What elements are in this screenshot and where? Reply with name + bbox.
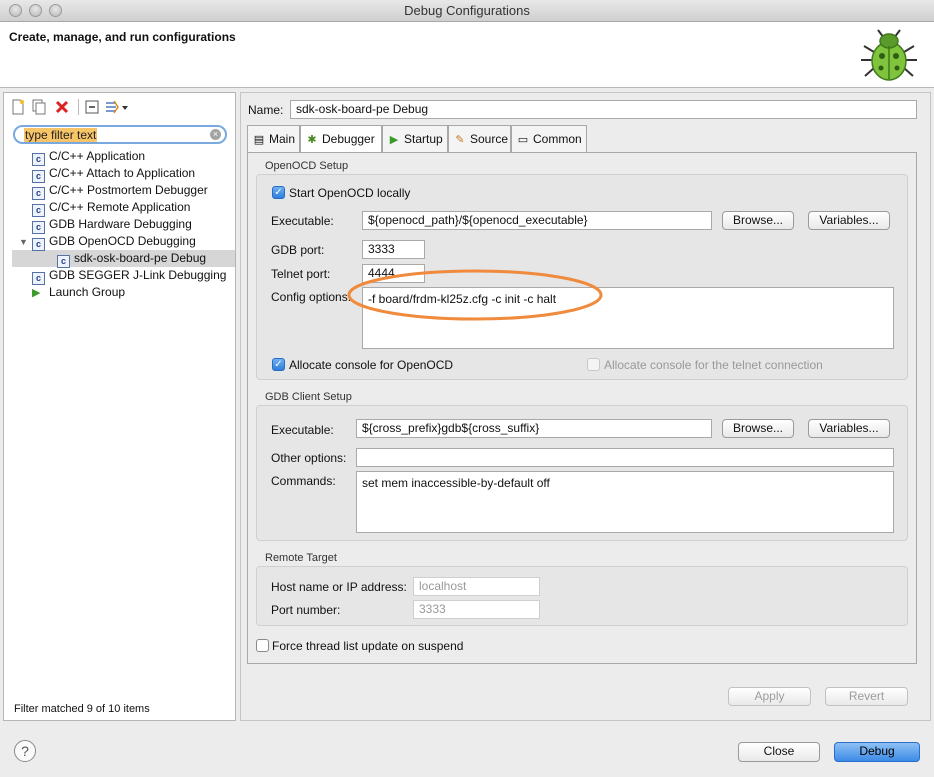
expand-triangle-icon[interactable]: ▼ <box>19 234 32 251</box>
port-number-label: Port number: <box>271 603 341 617</box>
tab-source[interactable]: ✎ Source <box>448 125 511 153</box>
window-title: Debug Configurations <box>404 3 530 18</box>
other-options-input[interactable] <box>356 448 894 467</box>
allocate-telnet-label: Allocate console for the telnet connecti… <box>604 358 823 372</box>
port-number-input[interactable]: 3333 <box>413 600 540 619</box>
host-label: Host name or IP address: <box>271 580 407 594</box>
telnet-port-input[interactable]: 4444 <box>362 264 425 283</box>
tree-item-cpp-application[interactable]: c C/C++ Application <box>4 148 235 166</box>
window-titlebar: Debug Configurations <box>0 0 934 22</box>
force-thread-checkbox[interactable] <box>256 639 269 652</box>
filter-text: type filter text <box>24 128 98 142</box>
openocd-executable-label: Executable: <box>271 214 334 228</box>
openocd-setup-group <box>256 174 908 380</box>
common-icon: ▭ <box>517 134 529 146</box>
config-options-textarea[interactable]: -f board/frdm-kl25z.cfg -c init -c halt <box>362 287 894 349</box>
gdb-variables-button[interactable]: Variables... <box>808 419 890 438</box>
telnet-port-label: Telnet port: <box>271 267 331 281</box>
filter-status: Filter matched 9 of 10 items <box>14 703 150 715</box>
commands-label: Commands: <box>271 474 336 488</box>
gdb-port-input[interactable]: 3333 <box>362 240 425 259</box>
close-button[interactable]: Close <box>738 742 820 762</box>
gdb-executable-input[interactable]: ${cross_prefix}gdb${cross_suffix} <box>356 419 712 438</box>
commands-textarea[interactable]: set mem inaccessible-by-default off <box>356 471 894 533</box>
other-options-label: Other options: <box>271 451 347 465</box>
start-openocd-label: Start OpenOCD locally <box>289 186 411 200</box>
delete-icon[interactable] <box>54 99 70 115</box>
source-icon: ✎ <box>455 134 465 146</box>
name-input[interactable]: sdk-osk-board-pe Debug <box>290 100 917 119</box>
name-label: Name: <box>248 103 284 117</box>
toolbar-divider <box>78 99 79 115</box>
tab-main[interactable]: ▤ Main <box>247 125 300 153</box>
clear-filter-icon[interactable]: × <box>210 129 221 140</box>
tree-item-gdb-hardware[interactable]: c GDB Hardware Debugging <box>4 216 235 234</box>
tree-item-cpp-remote[interactable]: c C/C++ Remote Application <box>4 199 235 217</box>
tree-item-gdb-segger[interactable]: c GDB SEGGER J-Link Debugging <box>4 267 235 285</box>
duplicate-icon[interactable] <box>31 99 47 115</box>
play-icon: ▶ <box>389 134 399 146</box>
new-config-icon[interactable] <box>10 99 26 115</box>
debug-button[interactable]: Debug <box>834 742 920 762</box>
filter-menu-icon[interactable] <box>104 99 130 115</box>
revert-button[interactable]: Revert <box>825 687 908 706</box>
openocd-executable-input[interactable]: ${openocd_path}/${openocd_executable} <box>362 211 712 230</box>
gdb-browse-button[interactable]: Browse... <box>722 419 794 438</box>
tab-startup[interactable]: ▶ Startup <box>382 125 448 153</box>
c-file-icon: c <box>32 238 45 251</box>
dialog-header: Create, manage, and run configurations <box>0 22 934 88</box>
host-input[interactable]: localhost <box>413 577 540 596</box>
main-tab-icon: ▤ <box>253 134 265 146</box>
tree-item-cpp-attach[interactable]: c C/C++ Attach to Application <box>4 165 235 183</box>
gdb-client-setup-title: GDB Client Setup <box>265 391 352 403</box>
allocate-console-label: Allocate console for OpenOCD <box>289 358 454 372</box>
header-title: Create, manage, and run configurations <box>9 30 236 44</box>
collapse-all-icon[interactable] <box>84 99 100 115</box>
gdb-executable-label: Executable: <box>271 423 334 437</box>
debugger-bug-icon: ✱ <box>307 134 317 146</box>
apply-button[interactable]: Apply <box>728 687 811 706</box>
tree-item-launch-group[interactable]: ▶ Launch Group <box>4 284 235 301</box>
configuration-tree: c C/C++ Application c C/C++ Attach to Appl… <box>4 148 235 301</box>
allocate-console-checkbox[interactable]: ✓ <box>272 358 285 371</box>
remote-target-group <box>256 566 908 626</box>
openocd-variables-button[interactable]: Variables... <box>808 211 890 230</box>
start-openocd-checkbox[interactable]: ✓ <box>272 186 285 199</box>
config-options-label: Config options: <box>271 290 352 304</box>
gdb-port-label: GDB port: <box>271 243 325 257</box>
tree-item-sdk-osk-board-pe-debug[interactable]: c sdk-osk-board-pe Debug <box>12 250 235 268</box>
openocd-setup-title: OpenOCD Setup <box>265 160 349 172</box>
launch-group-icon: ▶ <box>32 287 41 299</box>
help-icon[interactable]: ? <box>14 740 36 762</box>
tree-item-gdb-openocd[interactable]: ▼ c GDB OpenOCD Debugging <box>4 233 235 251</box>
tree-item-cpp-postmortem[interactable]: c C/C++ Postmortem Debugger <box>4 182 235 200</box>
remote-target-title: Remote Target <box>265 552 337 564</box>
force-thread-label: Force thread list update on suspend <box>272 639 464 653</box>
bug-icon <box>861 29 917 81</box>
openocd-browse-button[interactable]: Browse... <box>722 211 794 230</box>
configuration-list-panel: type filter text × c C/C++ Application cC… <box>3 92 236 721</box>
filter-input[interactable]: type filter text × <box>13 125 227 144</box>
tab-debugger[interactable]: ✱ Debugger <box>300 125 382 153</box>
allocate-telnet-checkbox[interactable] <box>587 358 600 371</box>
tab-common[interactable]: ▭ Common <box>511 125 587 153</box>
